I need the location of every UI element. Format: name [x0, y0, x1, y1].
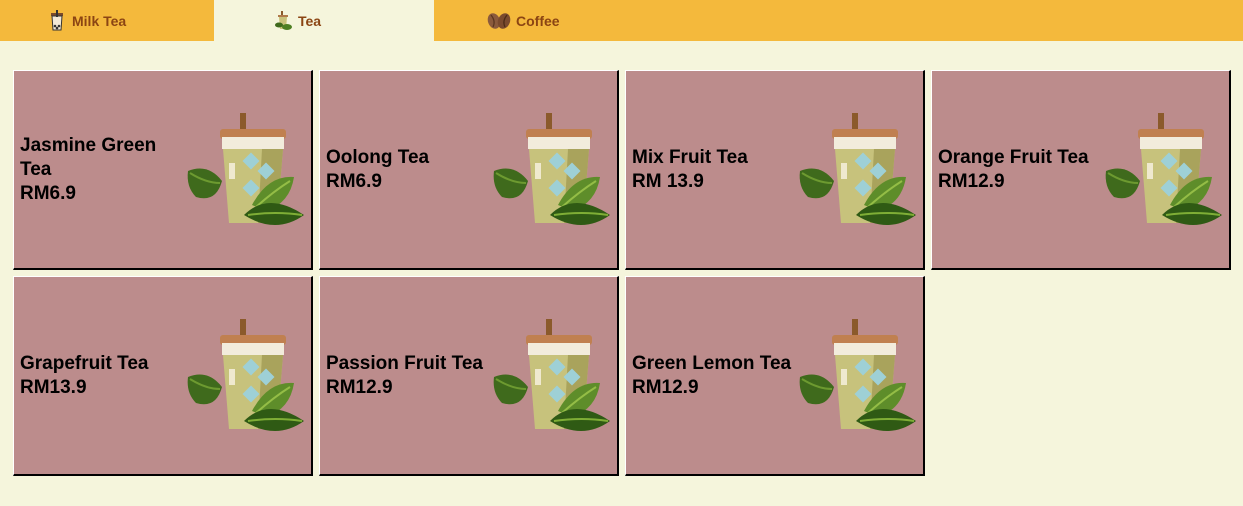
iced-tea-cup-icon [1104, 111, 1224, 231]
menu-item-card[interactable]: Passion Fruit Tea RM12.9 [319, 276, 619, 476]
category-tab-bar: Milk Tea Tea Coffee [0, 0, 1243, 41]
iced-tea-cup-icon [798, 111, 918, 231]
menu-item-price: RM12.9 [326, 376, 393, 398]
menu-item-name: Oolong Tea [326, 146, 430, 168]
menu-item-card[interactable]: Green Lemon Tea RM12.9 [625, 276, 925, 476]
tab-coffee[interactable]: Coffee [434, 0, 654, 41]
menu-item-card[interactable]: Oolong Tea RM6.9 [319, 70, 619, 270]
menu-item-name: Orange Fruit Tea [938, 146, 1089, 168]
menu-item-price: RM 13.9 [632, 170, 704, 192]
menu-item-price: RM6.9 [20, 182, 76, 204]
tea-plant-icon [272, 10, 294, 32]
menu-item-card[interactable]: Orange Fruit Tea RM12.9 [931, 70, 1231, 270]
tab-milk-tea-label: Milk Tea [72, 12, 127, 29]
menu-item-name: Jasmine Green Tea [20, 134, 157, 180]
coffee-bean-icon [486, 10, 512, 32]
menu-item-price: RM6.9 [326, 170, 382, 192]
menu-item-price: RM12.9 [632, 376, 699, 398]
menu-item-name: Mix Fruit Tea [632, 146, 748, 168]
iced-tea-cup-icon [492, 317, 612, 437]
menu-item-card[interactable]: Grapefruit Tea RM13.9 [13, 276, 313, 476]
menu-item-price: RM12.9 [938, 170, 1005, 192]
tab-coffee-label: Coffee [516, 12, 560, 29]
menu-item-name: Green Lemon Tea [632, 352, 792, 374]
menu-item-card[interactable]: Jasmine Green Tea RM6.9 [13, 70, 313, 270]
bubble-tea-icon [46, 9, 68, 32]
iced-tea-cup-icon [798, 317, 918, 437]
tab-milk-tea[interactable]: Milk Tea [0, 0, 220, 41]
tab-tea-label: Tea [298, 12, 322, 29]
iced-tea-cup-icon [186, 111, 306, 231]
menu-item-name: Grapefruit Tea [20, 352, 149, 374]
menu-item-name: Passion Fruit Tea [326, 352, 483, 374]
iced-tea-cup-icon [186, 317, 306, 437]
menu-item-card[interactable]: Mix Fruit Tea RM 13.9 [625, 70, 925, 270]
menu-item-price: RM13.9 [20, 376, 87, 398]
tab-tea[interactable]: Tea [214, 0, 434, 41]
iced-tea-cup-icon [492, 111, 612, 231]
